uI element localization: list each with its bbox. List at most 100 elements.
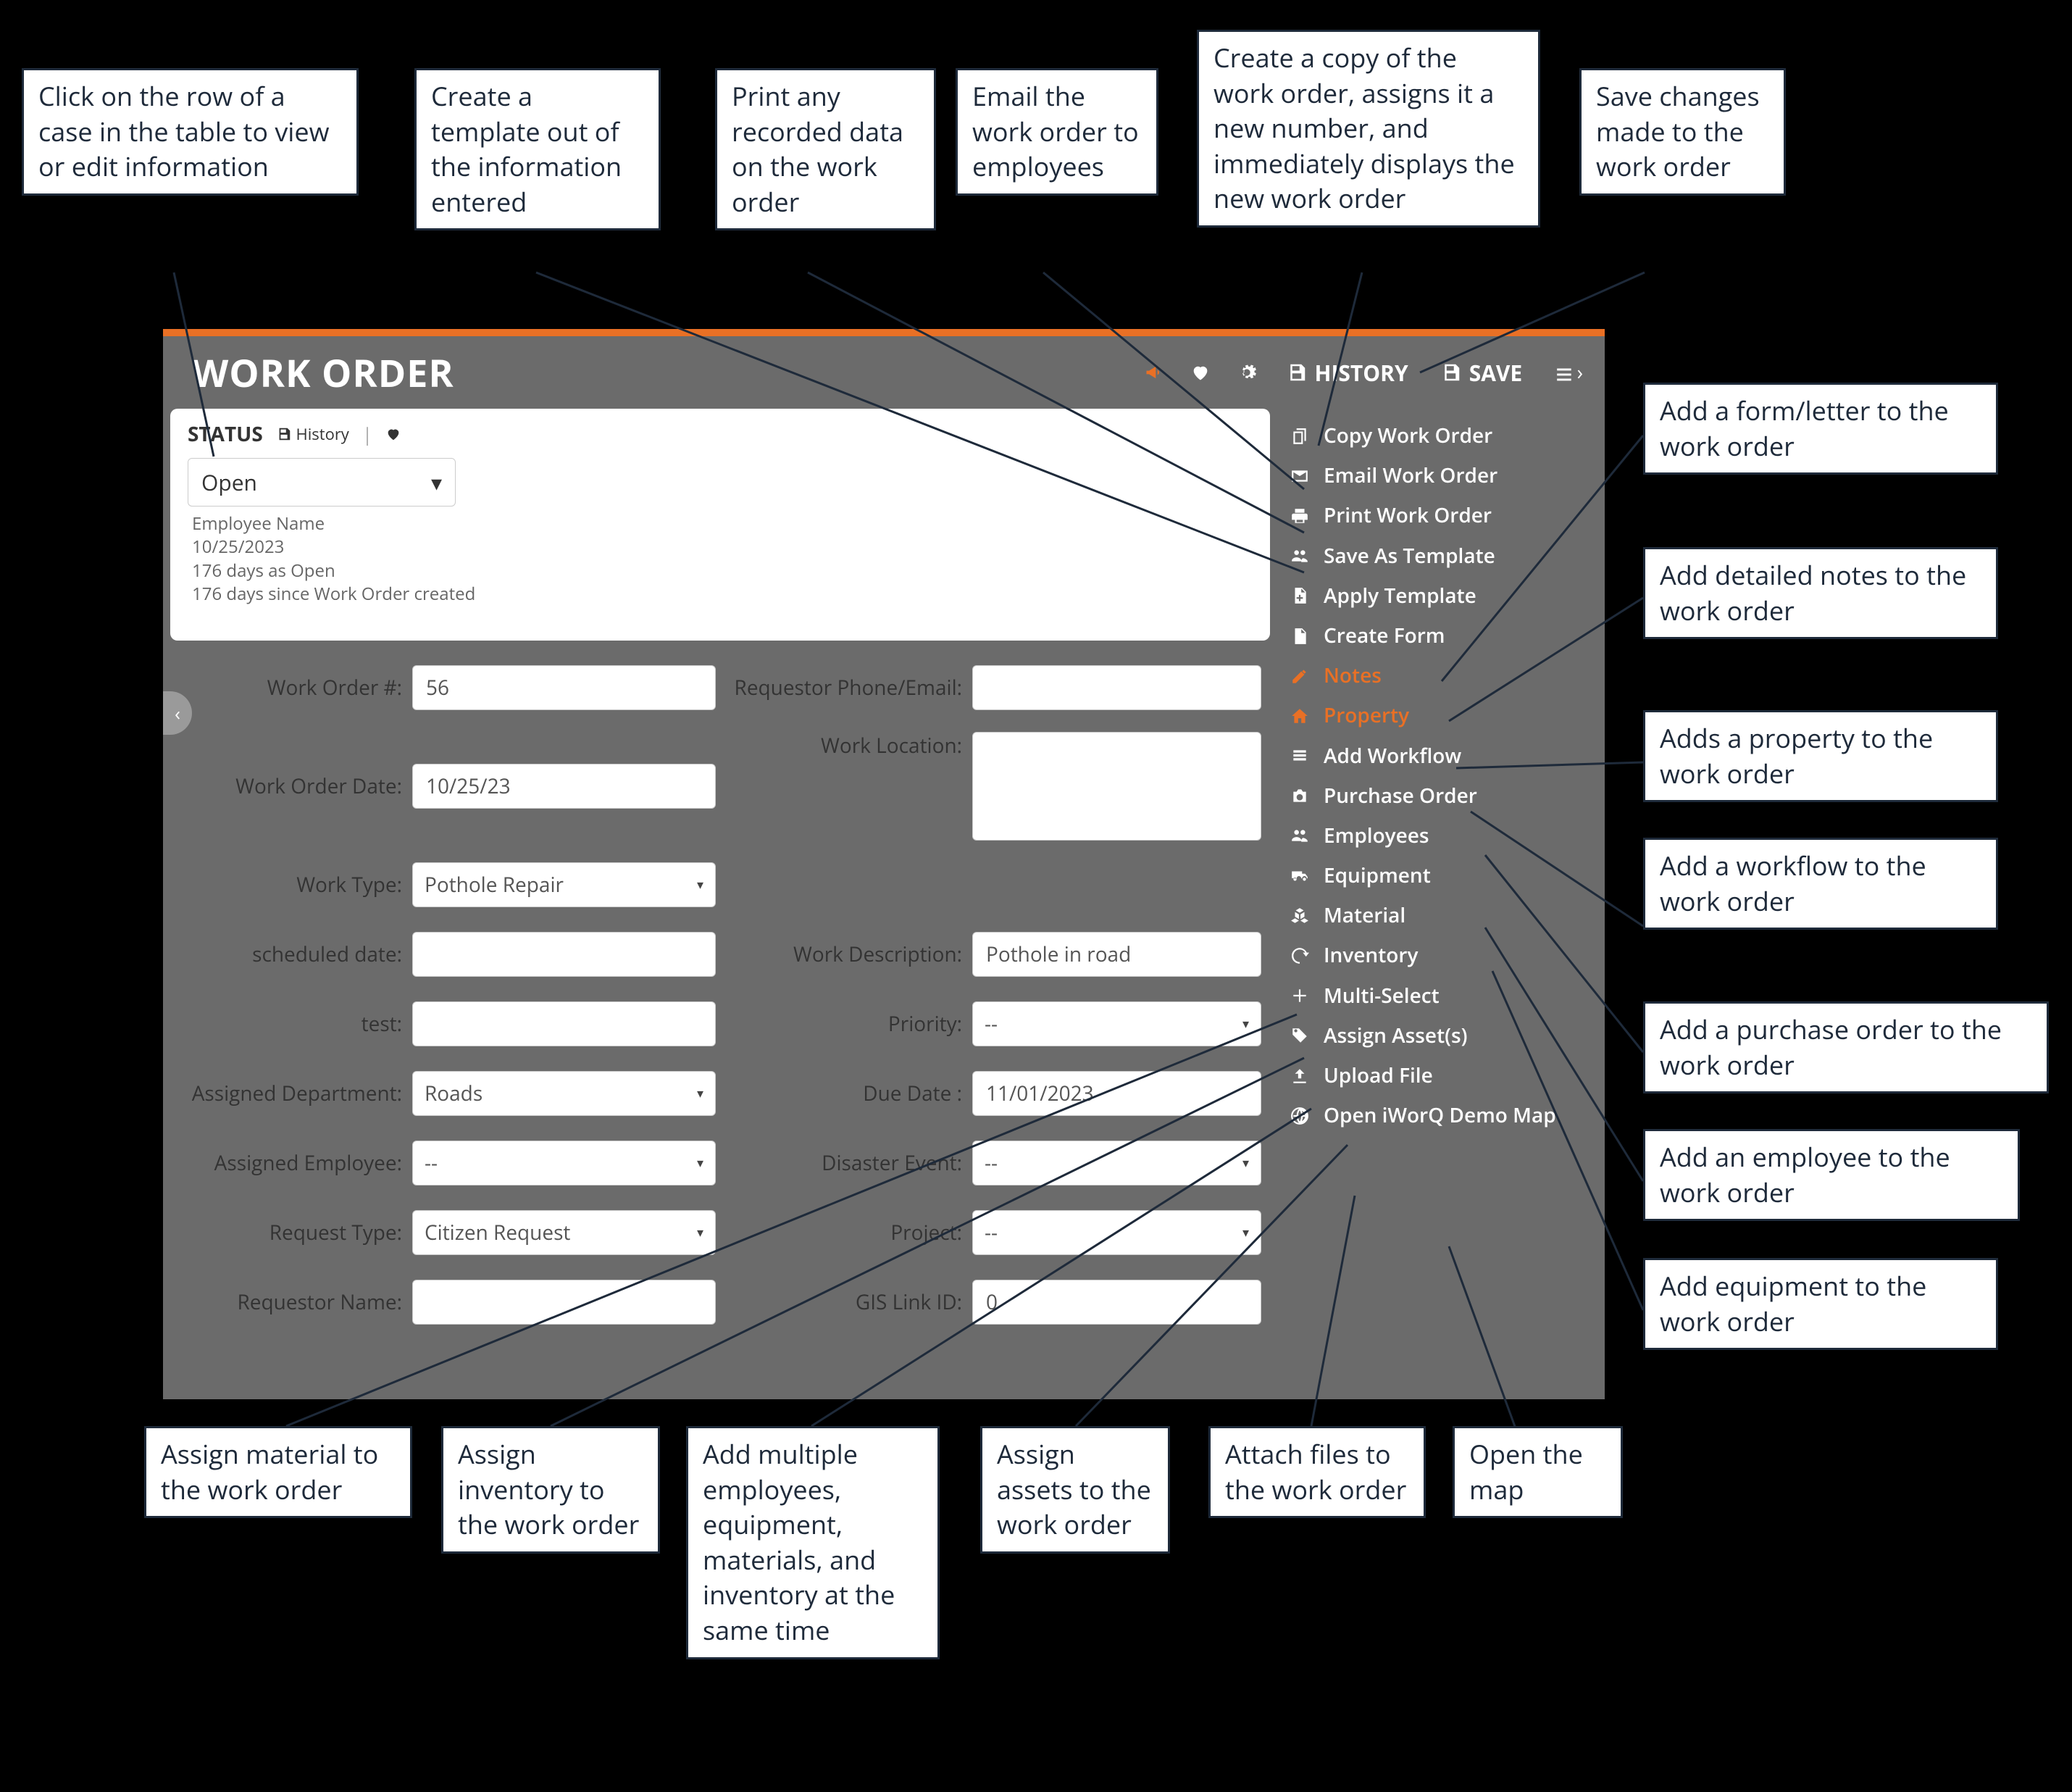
text-field[interactable] — [985, 1079, 1249, 1108]
text-field[interactable] — [985, 673, 1249, 702]
history-button[interactable]: HISTORY — [1277, 358, 1417, 388]
side-item-create-form[interactable]: Create Form — [1279, 616, 1605, 656]
text-input[interactable] — [972, 1071, 1261, 1116]
caret-down-icon: ▾ — [697, 1224, 703, 1241]
text-input[interactable] — [972, 1280, 1261, 1325]
callout-workflow: Add a workflow to the work order — [1643, 838, 1998, 930]
side-item-label: Purchase Order — [1324, 782, 1477, 810]
heart-icon[interactable] — [1185, 357, 1216, 388]
form-row: Work Order #: — [185, 655, 716, 720]
copy-icon — [1287, 427, 1312, 446]
text-input[interactable] — [412, 665, 716, 710]
text-field[interactable] — [425, 1009, 703, 1038]
side-item-open-iworq-demo-map[interactable]: Open iWorQ Demo Map — [1279, 1096, 1605, 1135]
side-item-print-work-order[interactable]: Print Work Order — [1279, 496, 1605, 535]
form-label: Priority: — [730, 1010, 962, 1038]
menu-toggle[interactable]: ≡ › — [1545, 353, 1583, 393]
status-card: STATUS History | Open ▾ Employee Name 10… — [170, 409, 1270, 641]
text-field[interactable] — [985, 940, 1249, 969]
caret-down-icon: ▾ — [431, 467, 442, 497]
form-label: Work Location: — [730, 732, 962, 759]
text-input[interactable] — [972, 665, 1261, 710]
work-order-window: WORK ORDER HISTORY SAVE ≡ › ‹ STATUS — [163, 329, 1605, 1399]
users-icon — [1287, 546, 1312, 565]
form-row: Assigned Employee:--▾ — [185, 1130, 716, 1196]
side-item-assign-asset-s[interactable]: Assign Asset(s) — [1279, 1016, 1605, 1056]
form-row: Assigned Department:Roads▾ — [185, 1061, 716, 1126]
save-icon — [1440, 362, 1462, 383]
side-item-label: Save As Template — [1324, 542, 1495, 570]
text-field[interactable] — [985, 1288, 1249, 1317]
text-field[interactable] — [425, 673, 703, 702]
status-meta-days-status: 176 days as Open — [192, 559, 1257, 583]
side-item-email-work-order[interactable]: Email Work Order — [1279, 456, 1605, 496]
camera-icon — [1287, 786, 1312, 805]
select-input[interactable]: --▾ — [972, 1141, 1261, 1185]
select-value: -- — [985, 1149, 998, 1177]
text-input[interactable] — [412, 764, 716, 809]
side-item-label: Property — [1324, 701, 1409, 730]
side-item-add-workflow[interactable]: Add Workflow — [1279, 736, 1605, 776]
side-item-material[interactable]: Material — [1279, 896, 1605, 935]
text-input[interactable] — [412, 932, 716, 977]
form-label: test: — [185, 1010, 402, 1038]
side-item-save-as-template[interactable]: Save As Template — [1279, 536, 1605, 576]
side-item-inventory[interactable]: Inventory — [1279, 935, 1605, 975]
status-select[interactable]: Open ▾ — [188, 458, 456, 507]
text-input[interactable] — [412, 1001, 716, 1046]
textarea[interactable] — [985, 741, 1249, 828]
text-input[interactable] — [412, 1280, 716, 1325]
callout-files: Attach files to the work order — [1208, 1426, 1426, 1518]
side-item-notes[interactable]: Notes — [1279, 656, 1605, 696]
select-value: -- — [985, 1219, 998, 1246]
form-row: Due Date : — [730, 1061, 1261, 1126]
side-item-apply-template[interactable]: Apply Template — [1279, 576, 1605, 616]
side-item-property[interactable]: Property — [1279, 696, 1605, 735]
text-field[interactable] — [425, 940, 703, 969]
select-input[interactable]: --▾ — [412, 1141, 716, 1185]
select-input[interactable]: --▾ — [972, 1001, 1261, 1046]
side-item-multi-select[interactable]: Multi-Select — [1279, 976, 1605, 1016]
status-title: STATUS — [188, 420, 263, 448]
select-input[interactable]: Pothole Repair▾ — [412, 862, 716, 907]
form-label: GIS Link ID: — [730, 1288, 962, 1316]
chevron-left-icon: ‹ — [175, 700, 180, 726]
side-item-equipment[interactable]: Equipment — [1279, 856, 1605, 896]
text-input[interactable] — [972, 932, 1261, 977]
text-field[interactable] — [425, 1288, 703, 1317]
form-label: Disaster Event: — [730, 1149, 962, 1177]
form-row: scheduled date: — [185, 922, 716, 987]
form-grid: Work Order #: Requestor Phone/Email: Work … — [163, 655, 1279, 1335]
form-label: Requestor Phone/Email: — [730, 674, 962, 701]
status-history-label: History — [296, 423, 348, 445]
select-input[interactable]: Roads▾ — [412, 1071, 716, 1116]
bullhorn-icon[interactable] — [1138, 357, 1170, 388]
callout-po: Add a purchase order to the work order — [1643, 1001, 2049, 1093]
side-item-label: Equipment — [1324, 862, 1431, 890]
side-item-label: Assign Asset(s) — [1324, 1022, 1468, 1050]
gears-icon[interactable] — [1231, 357, 1263, 388]
select-value: Roads — [425, 1080, 483, 1107]
side-item-purchase-order[interactable]: Purchase Order — [1279, 776, 1605, 816]
text-field[interactable] — [425, 772, 703, 801]
status-favorite-button[interactable] — [385, 423, 401, 445]
form-label: Work Order #: — [185, 674, 402, 701]
side-item-copy-work-order[interactable]: Copy Work Order — [1279, 416, 1605, 456]
select-input[interactable]: Citizen Request▾ — [412, 1210, 716, 1255]
side-item-upload-file[interactable]: Upload File — [1279, 1056, 1605, 1096]
side-item-employees[interactable]: Employees — [1279, 816, 1605, 856]
callout-assets: Assign assets to the work order — [980, 1426, 1170, 1554]
globe-icon — [1287, 1107, 1312, 1125]
form-label: Project: — [730, 1219, 962, 1246]
status-meta-days-created: 176 days since Work Order created — [192, 583, 1257, 606]
status-meta: Employee Name 10/25/2023 176 days as Ope… — [188, 512, 1257, 607]
callout-inventory: Assign inventory to the work order — [441, 1426, 660, 1554]
select-value: Pothole Repair — [425, 871, 564, 899]
save-button[interactable]: SAVE — [1432, 358, 1532, 388]
status-history-button[interactable]: History — [276, 423, 349, 445]
select-input[interactable]: --▾ — [972, 1210, 1261, 1255]
side-item-label: Create Form — [1324, 622, 1445, 650]
textarea-input[interactable] — [972, 732, 1261, 841]
status-meta-name: Employee Name — [192, 512, 1257, 535]
truck-icon — [1287, 867, 1312, 885]
